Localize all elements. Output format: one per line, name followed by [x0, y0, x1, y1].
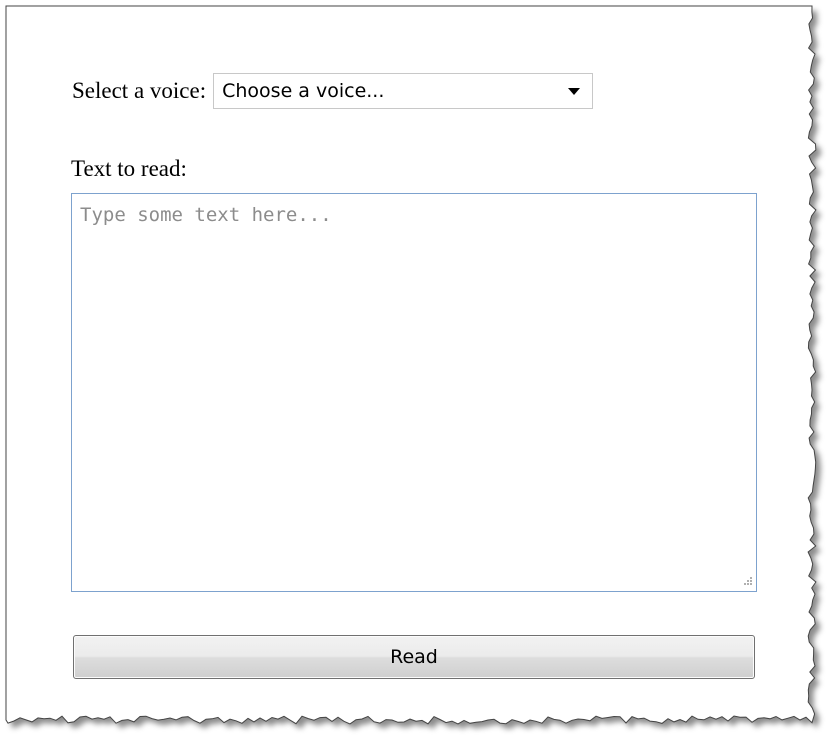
text-to-read-textarea[interactable]: Type some text here... [71, 193, 757, 592]
resize-grip-icon[interactable] [741, 576, 753, 588]
textarea-placeholder: Type some text here... [80, 204, 332, 226]
voice-row: Select a voice: Choose a voice... [72, 72, 594, 110]
voice-select[interactable]: Choose a voice... [213, 73, 594, 109]
voice-select-value: Choose a voice... [222, 80, 385, 102]
voice-form: Select a voice: Choose a voice... Text t… [0, 0, 830, 740]
chevron-down-icon [568, 88, 581, 95]
screenshot-frame: Select a voice: Choose a voice... Text t… [0, 0, 830, 740]
read-button[interactable]: Read [73, 635, 755, 679]
text-to-read-label: Text to read: [71, 156, 187, 181]
read-button-label: Read [390, 646, 438, 668]
voice-label: Select a voice: [72, 78, 207, 103]
